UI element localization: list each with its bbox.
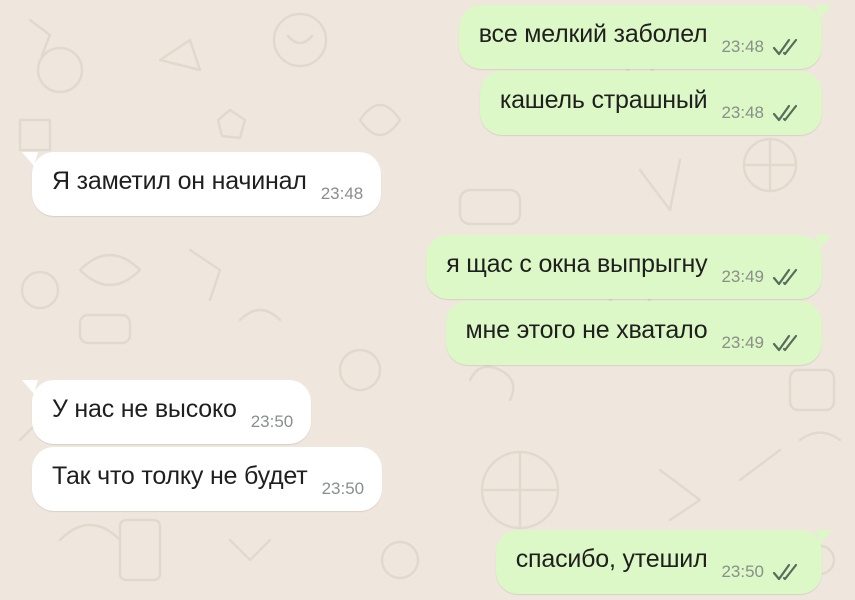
- message-time: 23:50: [321, 479, 365, 498]
- bubble-tail: [22, 380, 38, 394]
- bubble-tail: [816, 235, 832, 249]
- incoming-message[interactable]: Я заметил он начинал 23:48: [22, 152, 382, 216]
- message-time: 23:50: [250, 412, 294, 431]
- message-time: 23:48: [721, 103, 764, 122]
- double-check-icon: [772, 268, 798, 286]
- outgoing-message[interactable]: мне этого не хватало 23:49: [445, 301, 822, 365]
- message-text: Так что толку не будет: [52, 462, 308, 490]
- message-text: все мелкий заболел: [478, 20, 708, 48]
- bubble-tail: [816, 5, 832, 19]
- bubble-tail: [816, 530, 832, 544]
- outgoing-message[interactable]: спасибо, утешил 23:50: [495, 530, 832, 594]
- double-check-icon: [772, 563, 798, 581]
- message-text: спасибо, утешил: [515, 545, 708, 573]
- message-text: кашель страшный: [499, 86, 708, 114]
- incoming-message[interactable]: У нас не высоко 23:50: [22, 380, 312, 444]
- double-check-icon: [772, 104, 798, 122]
- message-time: 23:50: [721, 562, 764, 581]
- double-check-icon: [772, 38, 798, 56]
- outgoing-message[interactable]: кашель страшный 23:48: [479, 71, 822, 135]
- message-time: 23:48: [721, 37, 764, 56]
- bubble-tail: [22, 152, 38, 166]
- message-time: 23:49: [721, 333, 764, 352]
- incoming-message[interactable]: Так что толку не будет 23:50: [32, 447, 383, 511]
- message-time: 23:48: [320, 184, 364, 203]
- outgoing-message[interactable]: все мелкий заболел 23:48: [458, 5, 832, 69]
- message-text: я щас с окна выпрыгну: [446, 250, 708, 278]
- message-time: 23:49: [721, 267, 764, 286]
- message-text: Я заметил он начинал: [52, 167, 307, 195]
- outgoing-message[interactable]: я щас с окна выпрыгну 23:49: [426, 235, 832, 299]
- double-check-icon: [772, 334, 798, 352]
- message-text: У нас не высоко: [52, 395, 237, 423]
- message-text: мне этого не хватало: [465, 316, 708, 344]
